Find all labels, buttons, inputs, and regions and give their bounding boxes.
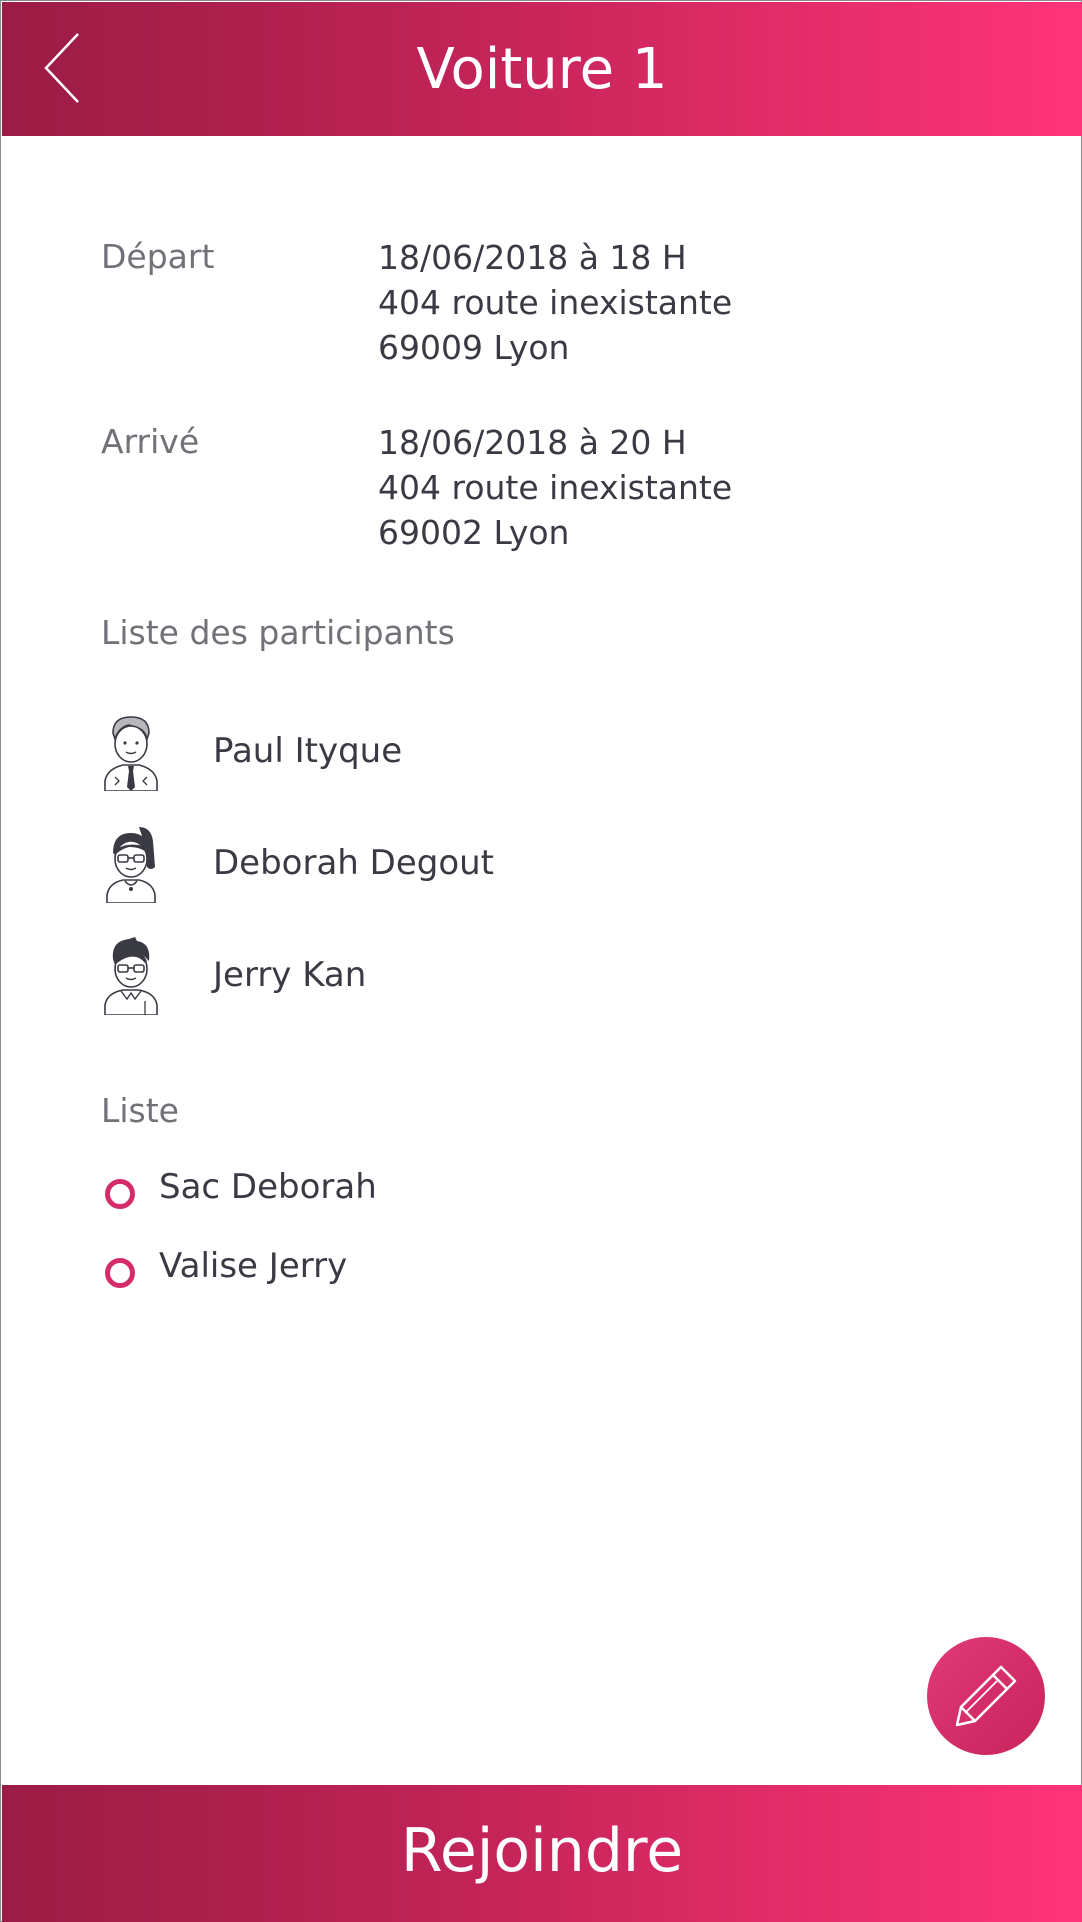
join-button[interactable]: Rejoindre: [2, 1785, 1082, 1922]
radio-circle-icon[interactable]: [105, 1179, 135, 1209]
arrival-datetime: 18/06/2018 à 20 H: [378, 423, 687, 462]
participant-name: Paul Ityque: [213, 731, 403, 771]
luggage-item-label: Sac Deborah: [159, 1167, 377, 1207]
luggage-item[interactable]: Sac Deborah: [101, 1167, 801, 1217]
arrival-label: Arrivé: [101, 422, 200, 461]
top-bar: Voiture 1: [2, 2, 1082, 136]
departure-city: 69009 Lyon: [378, 328, 570, 367]
screen: Voiture 1 Départ 18/06/2018 à 18 H 404 r…: [0, 0, 1082, 1922]
man-glasses-avatar-icon: [104, 937, 158, 1015]
participant-row[interactable]: Jerry Kan: [101, 935, 801, 1019]
luggage-item[interactable]: Valise Jerry: [101, 1246, 801, 1296]
luggage-item-label: Valise Jerry: [159, 1246, 348, 1286]
radio-circle-icon[interactable]: [105, 1258, 135, 1288]
participant-name: Deborah Degout: [213, 843, 495, 883]
man-tie-avatar-icon: [104, 716, 158, 791]
participant-row[interactable]: Paul Ityque: [101, 711, 801, 795]
woman-glasses-avatar-icon: [106, 827, 156, 903]
participant-name: Jerry Kan: [213, 955, 367, 995]
join-button-label: Rejoindre: [400, 1816, 684, 1886]
departure-datetime: 18/06/2018 à 18 H: [378, 238, 687, 277]
arrival-street: 404 route inexistante: [378, 468, 733, 507]
pencil-icon: [955, 1665, 1017, 1727]
departure-street: 404 route inexistante: [378, 283, 733, 322]
luggage-list-title: Liste: [101, 1091, 179, 1130]
participants-title: Liste des participants: [101, 613, 455, 652]
page-title: Voiture 1: [416, 37, 668, 102]
arrival-city: 69002 Lyon: [378, 513, 570, 552]
edit-button[interactable]: [927, 1637, 1045, 1755]
participant-row[interactable]: Deborah Degout: [101, 823, 801, 907]
departure-label: Départ: [101, 237, 215, 276]
